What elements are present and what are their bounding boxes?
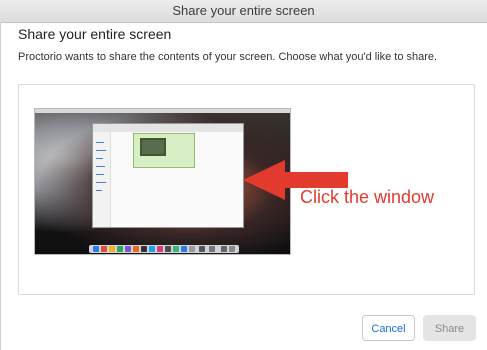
preview-dock <box>89 245 239 253</box>
cancel-button[interactable]: Cancel <box>362 315 415 341</box>
window-titlebar: Share your entire screen <box>0 0 487 23</box>
window-title: Share your entire screen <box>172 3 315 18</box>
share-button[interactable]: Share <box>423 315 476 341</box>
preview-sidebar <box>93 132 111 227</box>
window-edge <box>0 22 1 350</box>
dialog-heading: Share your entire screen <box>18 26 172 42</box>
dialog-subtitle: Proctorio wants to share the contents of… <box>18 51 438 63</box>
click-hint-label: Click the window <box>300 187 435 207</box>
preview-share-dialog <box>133 133 195 168</box>
preview-menubar <box>35 109 290 113</box>
